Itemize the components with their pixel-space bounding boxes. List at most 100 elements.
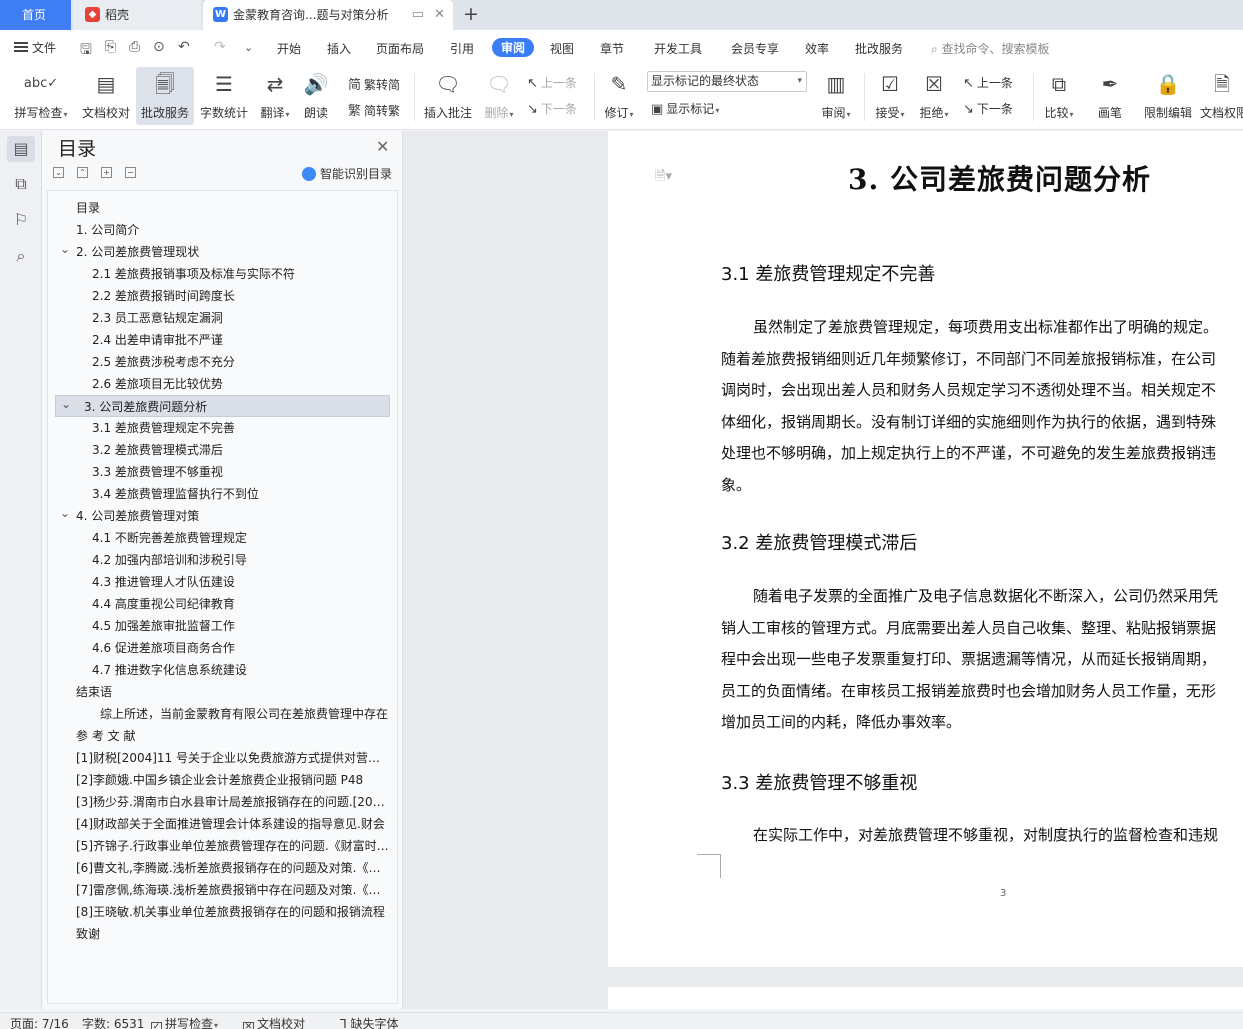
doc-permission-button[interactable]: 🗎 文档权限 <box>1200 69 1243 121</box>
toc-item[interactable]: 4.3 推进管理人才队伍建设 <box>48 571 397 593</box>
toc-item[interactable]: 4.1 不断完善差旅费管理规定 <box>48 527 397 549</box>
save-icon[interactable]: 🖫 <box>80 39 92 63</box>
more-chevron-icon[interactable]: ⌄ <box>244 41 253 54</box>
menu-insert[interactable]: 插入 <box>327 40 351 57</box>
toc-item[interactable]: ⌄ 2. 公司差旅费管理现状 <box>48 241 397 263</box>
next-change-button[interactable]: ↘ 下一条 <box>963 100 1013 117</box>
toc-item[interactable]: 2.1 差旅费报销事项及标准与实际不符 <box>48 263 397 285</box>
next-comment-button[interactable]: ↘ 下一条 <box>527 100 577 117</box>
markup-state-select[interactable]: 显示标记的最终状态 ▾ <box>647 71 807 92</box>
search-icon[interactable]: ⌕ <box>7 243 35 269</box>
insert-comment-button[interactable]: 🗨 插入批注 <box>422 69 474 121</box>
toc-item[interactable]: [7]雷彦佩,练海瑛.浅析差旅费报销中存在问题及对策.《财会》 <box>48 879 397 901</box>
toc-item[interactable]: 综上所述，当前金蒙教育有限公司在差旅费管理中存在 <box>48 703 397 725</box>
doc-check-toggle[interactable]: ✕ 文档校对 <box>243 1015 305 1029</box>
toc-item[interactable]: [3]杨少芬.渭南市白水县审计局差旅报销存在的问题.[2022] <box>48 791 397 813</box>
review-pane-button[interactable]: ▥ 审阅▾ <box>816 69 856 121</box>
accept-button[interactable]: ☑ 接受▾ <box>871 69 909 121</box>
menu-chapter[interactable]: 章节 <box>600 40 624 57</box>
toc-item[interactable]: 结束语 <box>48 681 397 703</box>
read-aloud-button[interactable]: 🔊 朗读 <box>300 69 332 121</box>
toc-item[interactable]: ⌄ 4. 公司差旅费管理对策 <box>48 505 397 527</box>
toc-item[interactable]: 2.5 差旅费涉税考虑不充分 <box>48 351 397 373</box>
toc-item[interactable]: 1. 公司简介 <box>48 219 397 241</box>
toc-item[interactable]: 3.4 差旅费管理监督执行不到位 <box>48 483 397 505</box>
page-indicator[interactable]: 页面: 7/16 <box>10 1015 69 1029</box>
toc-item[interactable]: 4.5 加强差旅审批监督工作 <box>48 615 397 637</box>
bookmark-icon[interactable]: ⚐ <box>7 207 35 233</box>
prev-change-button[interactable]: ↖ 上一条 <box>963 74 1013 91</box>
remove-heading-icon[interactable]: − <box>125 167 136 178</box>
expand-all-icon[interactable]: ⌃ <box>77 167 88 178</box>
delete-comment-button[interactable]: 🗨 删除▾ <box>480 69 518 121</box>
redo-icon[interactable]: ↷ <box>214 39 226 55</box>
toc-item[interactable]: [5]齐锦子.行政事业单位差旅费管理存在的问题.《财富时代》 <box>48 835 397 857</box>
smart-detect-toc-button[interactable]: 智能识别目录 <box>302 165 392 182</box>
menu-review[interactable]: 审阅 <box>492 38 535 57</box>
track-changes-button[interactable]: ✎ 修订▾ <box>600 69 638 121</box>
print-icon[interactable]: ⎙ <box>129 39 140 55</box>
toc-item[interactable]: [1]财税[2004]11 号关于企业以免费旅游方式提供对营销人员 <box>48 747 397 769</box>
toc-item[interactable]: 2.6 差旅项目无比较优势 <box>48 373 397 395</box>
close-icon[interactable]: ✕ <box>376 137 389 156</box>
add-heading-icon[interactable]: + <box>101 167 112 178</box>
print-preview-icon[interactable]: ⊙ <box>153 39 165 55</box>
compare-button[interactable]: ⧉ 比较▾ <box>1040 69 1078 121</box>
toc-item[interactable]: 4.2 加强内部培训和涉税引导 <box>48 549 397 571</box>
restrict-edit-button[interactable]: 🔒 限制编辑 <box>1141 69 1195 121</box>
tab-active-document[interactable]: W 金蒙教育咨询...题与对策分析 ▭ ✕ <box>203 0 453 30</box>
prev-comment-button[interactable]: ↖ 上一条 <box>527 74 577 91</box>
toc-item[interactable]: [8]王晓敏.机关事业单位差旅费报销存在的问题和报销流程 <box>48 901 397 923</box>
expand-arrow-icon[interactable]: ⌄ <box>60 505 70 524</box>
undo-icon[interactable]: ↶ <box>178 39 190 55</box>
expand-arrow-icon[interactable]: ⌄ <box>60 241 70 260</box>
toc-item[interactable]: 3.3 差旅费管理不够重视 <box>48 461 397 483</box>
export-pdf-icon[interactable]: ⎘ <box>105 39 116 55</box>
tab-close-icon[interactable]: ✕ <box>434 7 445 22</box>
menu-page-layout[interactable]: 页面布局 <box>376 40 424 57</box>
doc-outline-icon[interactable]: 🗎▾ <box>655 167 672 189</box>
spell-check-toggle[interactable]: ✓ 拼写检查▾ <box>151 1015 218 1029</box>
document-page[interactable]: 🗎▾ 3. 公司差旅费问题分析 3.1 差旅费管理规定不完善 虽然制定了差旅费管… <box>608 131 1243 967</box>
new-tab-button[interactable]: + <box>461 0 481 30</box>
expand-arrow-icon[interactable]: ⌄ <box>61 396 71 415</box>
next-page[interactable] <box>608 987 1243 1009</box>
word-count-indicator[interactable]: 字数: 6531 <box>82 1015 144 1029</box>
menu-view[interactable]: 视图 <box>550 40 574 57</box>
spell-check-button[interactable]: abc✓ 拼写检查▾ <box>10 69 72 121</box>
toc-item[interactable]: 2.3 员工恶意钻规定漏洞 <box>48 307 397 329</box>
word-count-button[interactable]: ☰ 字数统计 <box>198 69 250 121</box>
menu-member[interactable]: 会员专享 <box>731 40 779 57</box>
toc-item[interactable]: 4.6 促进差旅项目商务合作 <box>48 637 397 659</box>
simp-to-trad-button[interactable]: 繁简转繁 <box>348 100 400 119</box>
toc-item[interactable]: 致谢 <box>48 923 397 945</box>
reject-button[interactable]: ☒ 拒绝▾ <box>915 69 953 121</box>
toc-item[interactable]: [4]财政部关于全面推进管理会计体系建设的指导意见.财会 <box>48 813 397 835</box>
toc-item[interactable]: 2.4 出差申请审批不严谨 <box>48 329 397 351</box>
file-menu[interactable]: 文件 <box>14 39 56 56</box>
toc-item[interactable]: 3.1 差旅费管理规定不完善 <box>48 417 397 439</box>
toc-item[interactable]: 4.7 推进数字化信息系统建设 <box>48 659 397 681</box>
toc-item[interactable]: 3.2 差旅费管理模式滞后 <box>48 439 397 461</box>
toc-item[interactable]: 4.4 高度重视公司纪律教育 <box>48 593 397 615</box>
toc-item[interactable]: 2.2 差旅费报销时间跨度长 <box>48 285 397 307</box>
menu-reference[interactable]: 引用 <box>450 40 474 57</box>
toc-item[interactable]: 目录 <box>48 197 397 219</box>
menu-review-service[interactable]: 批改服务 <box>855 40 903 57</box>
toc-item[interactable]: [6]曹文礼,李腾崴.浅析差旅费报销存在的问题及对策.《财会》 <box>48 857 397 879</box>
menu-efficiency[interactable]: 效率 <box>805 40 829 57</box>
translate-button[interactable]: ⇄ 翻译▾ <box>256 69 294 121</box>
collapse-all-icon[interactable]: ⌄ <box>53 167 64 178</box>
show-markup-button[interactable]: ▣ 显示标记▾ <box>651 100 719 117</box>
trad-to-simp-button[interactable]: 简繁转简 <box>348 74 400 93</box>
missing-font-indicator[interactable]: Ꞁ 缺失字体 <box>340 1015 399 1029</box>
menu-developer[interactable]: 开发工具 <box>654 40 702 57</box>
tab-daoke[interactable]: ◆ 稻壳 <box>73 0 201 30</box>
toc-nav-icon[interactable]: ▤ <box>7 136 35 162</box>
tab-pin-icon[interactable]: ▭ <box>412 7 424 22</box>
menu-start[interactable]: 开始 <box>277 40 301 57</box>
ink-pen-button[interactable]: ✒ 画笔 <box>1094 69 1126 121</box>
toc-item[interactable]: 参 考 文 献 <box>48 725 397 747</box>
command-search[interactable]: ⌕ 查找命令、搜索模板 <box>931 40 1050 57</box>
chapter-nav-icon[interactable]: ⧉ <box>7 171 35 197</box>
